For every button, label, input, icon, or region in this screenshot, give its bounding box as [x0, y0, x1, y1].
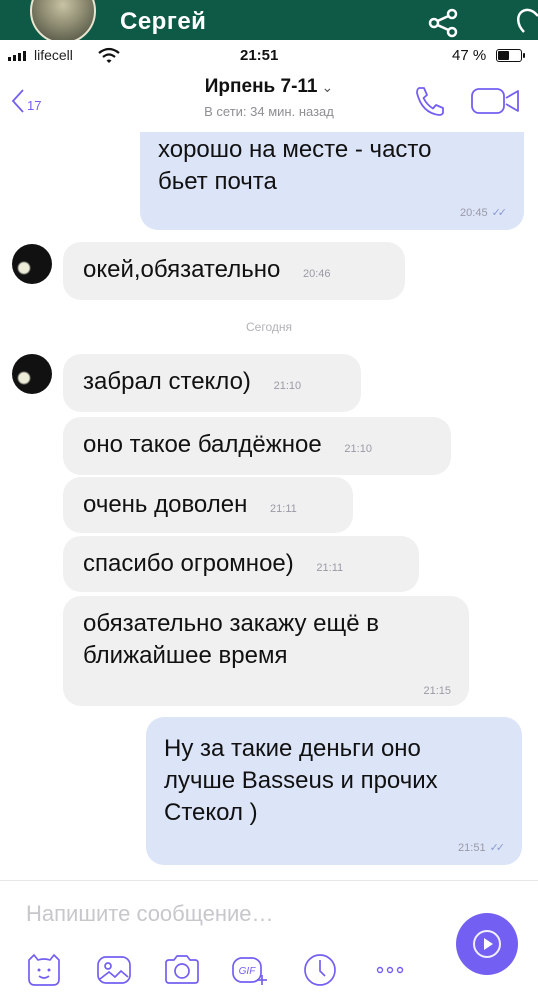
day-divider: Сегодня: [246, 320, 292, 334]
more-options-icon[interactable]: [370, 951, 410, 989]
message-text: окей,обязательно: [83, 256, 281, 283]
message-text: очень доволен: [83, 491, 248, 518]
signal-icon: [8, 51, 26, 61]
battery-icon: [496, 49, 525, 62]
composer-toolbar: GIF: [0, 951, 538, 991]
read-ticks-icon: ✓✓: [489, 842, 506, 854]
message-line: Стекол ): [164, 799, 258, 826]
sender-avatar[interactable]: [12, 354, 52, 394]
chat-header: 17 Ирпень 7-11 ⌄ В сети: 34 мин. назад: [0, 70, 538, 132]
contact-avatar[interactable]: [30, 0, 96, 44]
read-ticks-icon: ✓✓: [491, 207, 508, 219]
clock: 21:51: [240, 47, 279, 64]
wifi-icon: [98, 47, 120, 63]
message-text: забрал стекло): [83, 368, 251, 395]
message-incoming[interactable]: спасибо огромное) 21:11: [63, 536, 419, 592]
last-seen: В сети: 34 мин. назад: [204, 104, 334, 119]
message-time: 21:11: [270, 503, 297, 515]
message-line: ближайшее время: [83, 642, 288, 669]
message-line: бьет почта: [158, 168, 277, 195]
more-icon[interactable]: [512, 6, 538, 36]
message-time: 20:46: [302, 268, 331, 280]
message-text: оно такое балдёжное: [83, 431, 322, 458]
message-text: спасибо огромное): [83, 550, 294, 577]
message-time: 21:15: [423, 685, 451, 697]
call-icon[interactable]: [412, 84, 448, 118]
message-incoming[interactable]: забрал стекло) 21:10: [63, 354, 361, 412]
video-call-icon[interactable]: [470, 86, 522, 116]
message-line: обязательно закажу ещё в: [83, 610, 380, 637]
battery-percent: 47 %: [452, 47, 487, 64]
carrier-name: lifecell: [34, 47, 73, 63]
camera-icon[interactable]: [162, 951, 202, 989]
share-bar: Сергей: [0, 0, 538, 44]
message-time: 21:10: [344, 443, 372, 455]
message-outgoing[interactable]: хорошо на месте - часто бьет почта 20:45…: [140, 132, 524, 230]
message-list[interactable]: хорошо на месте - часто бьет почта 20:45…: [0, 132, 538, 880]
message-incoming[interactable]: очень доволен 21:11: [63, 477, 353, 533]
sender-avatar[interactable]: [12, 244, 52, 284]
chat-title[interactable]: Ирпень 7-11 ⌄: [0, 76, 538, 98]
gallery-icon[interactable]: [94, 951, 134, 989]
chat-title-text: Ирпень 7-11: [204, 76, 318, 97]
message-line: Ну за такие деньги оно: [164, 735, 421, 762]
status-bar: lifecell 21:51 47 %: [0, 40, 538, 70]
message-time: 21:11: [316, 562, 344, 574]
message-input[interactable]: Напишите сообщение…: [26, 901, 446, 931]
message-composer: Напишите сообщение… GIF: [0, 880, 538, 999]
chevron-down-icon: ⌄: [321, 79, 334, 95]
contact-name: Сергей: [120, 8, 207, 35]
message-time: 21:51: [458, 842, 486, 854]
gif-icon[interactable]: GIF: [230, 951, 270, 989]
message-incoming[interactable]: оно такое балдёжное 21:10: [63, 417, 451, 475]
message-incoming[interactable]: обязательно закажу ещё в ближайшее время…: [63, 596, 469, 706]
message-incoming[interactable]: окей,обязательно 20:46: [63, 242, 405, 300]
message-time: 21:10: [273, 380, 302, 392]
share-icon[interactable]: [426, 8, 460, 38]
sticker-icon[interactable]: [24, 951, 64, 989]
message-time: 20:45: [460, 207, 488, 219]
message-line: хорошо на месте - часто: [158, 136, 432, 163]
message-line: лучше Basseus и прочих: [164, 767, 438, 794]
message-outgoing[interactable]: Ну за такие деньги оно лучше Basseus и п…: [146, 717, 522, 865]
svg-text:GIF: GIF: [239, 966, 257, 977]
timer-icon[interactable]: [300, 951, 340, 989]
